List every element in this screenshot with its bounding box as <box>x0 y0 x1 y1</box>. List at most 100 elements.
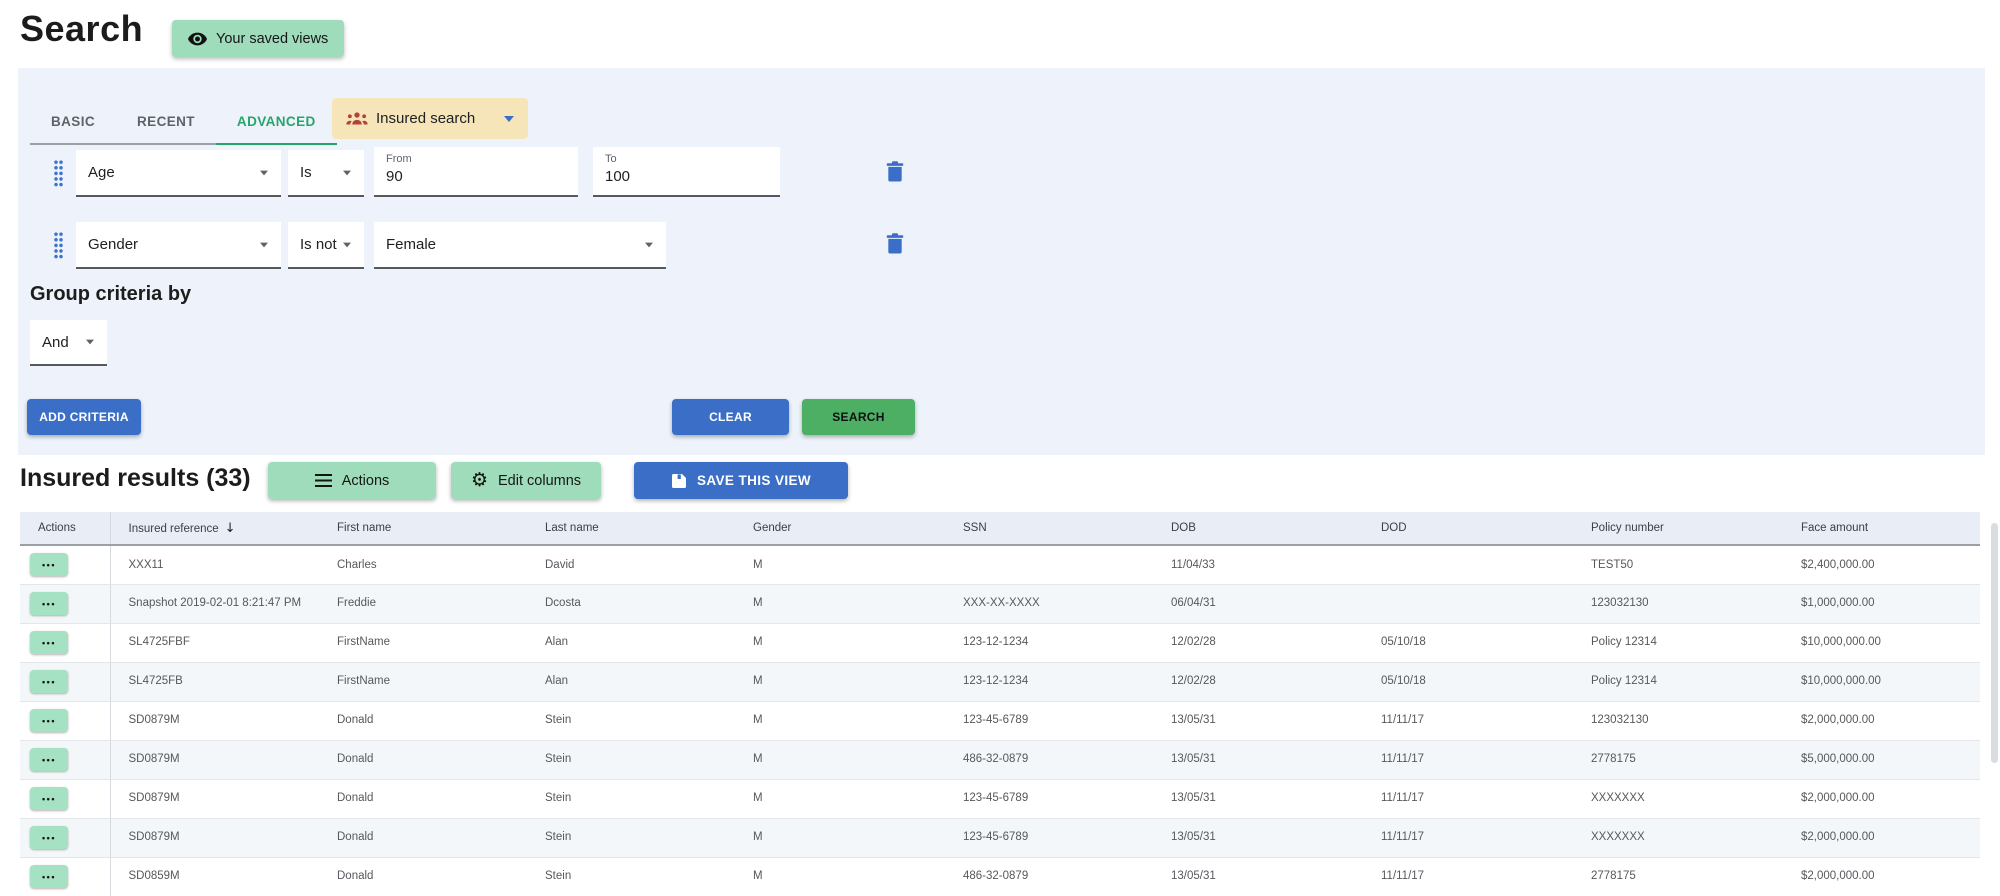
column-header-label: DOD <box>1381 522 1407 534</box>
add-criteria-button[interactable]: ADD CRITERIA <box>27 399 141 435</box>
criteria-operator-value: Is not <box>300 236 342 253</box>
column-header-label: Gender <box>753 522 791 534</box>
row-more-options-button[interactable]: ••• <box>30 553 68 576</box>
row-more-options-button[interactable]: ••• <box>30 865 68 888</box>
tab-basic[interactable]: BASIC <box>30 100 116 145</box>
cell-actions: ••• <box>20 623 110 662</box>
tab-recent[interactable]: RECENT <box>116 100 216 145</box>
cell-face-amount: $10,000,000.00 <box>1783 662 1980 701</box>
cell-insured-reference: SL4725FBF <box>110 623 319 662</box>
criteria-value-select[interactable]: Female <box>374 222 666 269</box>
cell-dod <box>1363 584 1573 623</box>
cell-policy-number: XXXXXXX <box>1573 779 1783 818</box>
people-group-icon <box>346 111 368 126</box>
clear-button[interactable]: CLEAR <box>672 399 789 435</box>
cell-dob: 13/05/31 <box>1153 857 1363 896</box>
cell-dod <box>1363 545 1573 584</box>
cell-actions: ••• <box>20 662 110 701</box>
column-header-dod[interactable]: DOD <box>1363 512 1573 545</box>
column-header-first-name[interactable]: First name <box>319 512 527 545</box>
advanced-search-panel: BASIC RECENT ADVANCED Insured search <box>18 68 1985 455</box>
cell-policy-number: XXXXXXX <box>1573 818 1783 857</box>
cell-dod: 11/11/17 <box>1363 740 1573 779</box>
cell-gender: M <box>735 818 945 857</box>
cell-dob: 13/05/31 <box>1153 701 1363 740</box>
cell-policy-number: 123032130 <box>1573 584 1783 623</box>
edit-columns-button[interactable]: ⚙ Edit columns <box>451 462 601 499</box>
to-input[interactable] <box>605 168 768 185</box>
cell-first-name: FirstName <box>319 623 527 662</box>
column-header-actions: Actions <box>20 512 110 545</box>
cell-face-amount: $2,000,000.00 <box>1783 818 1980 857</box>
cell-last-name: Alan <box>527 662 735 701</box>
cell-face-amount: $1,000,000.00 <box>1783 584 1980 623</box>
cell-face-amount: $5,000,000.00 <box>1783 740 1980 779</box>
criteria-operator-select[interactable]: Is <box>288 150 364 197</box>
cell-face-amount: $2,000,000.00 <box>1783 857 1980 896</box>
criteria-operator-select[interactable]: Is not <box>288 222 364 269</box>
sort-descending-icon[interactable]: ↓ <box>225 521 236 536</box>
cell-policy-number: Policy 12314 <box>1573 662 1783 701</box>
saved-views-button[interactable]: Your saved views <box>172 20 344 57</box>
row-more-options-button[interactable]: ••• <box>30 631 68 654</box>
column-header-label: DOB <box>1171 522 1196 534</box>
criteria-field-value: Age <box>88 164 259 181</box>
search-button[interactable]: SEARCH <box>802 399 915 435</box>
from-label: From <box>386 153 566 165</box>
table-row: •••SD0879MDonaldSteinM123-45-678913/05/3… <box>20 779 1980 818</box>
cell-insured-reference: XXX11 <box>110 545 319 584</box>
criteria-operator-value: Is <box>300 164 342 181</box>
row-more-options-button[interactable]: ••• <box>30 709 68 732</box>
column-header-face-amount[interactable]: Face amount <box>1783 512 1980 545</box>
cell-dob: 13/05/31 <box>1153 779 1363 818</box>
cell-dob: 13/05/31 <box>1153 818 1363 857</box>
cell-face-amount: $2,000,000.00 <box>1783 701 1980 740</box>
cell-insured-reference: SD0879M <box>110 779 319 818</box>
search-type-dropdown[interactable]: Insured search <box>332 98 528 139</box>
criteria-row-drag-handle[interactable] <box>54 232 64 259</box>
delete-criteria-button[interactable] <box>886 230 910 256</box>
column-header-ssn[interactable]: SSN <box>945 512 1153 545</box>
cell-last-name: Stein <box>527 779 735 818</box>
column-header-insured-reference[interactable]: Insured reference ↓ <box>110 512 319 545</box>
criteria-field-select[interactable]: Age <box>76 150 281 197</box>
row-more-options-button[interactable]: ••• <box>30 826 68 849</box>
group-criteria-heading: Group criteria by <box>30 283 191 306</box>
save-this-view-button[interactable]: SAVE THIS VIEW <box>634 462 848 499</box>
group-operator-value: And <box>42 334 85 351</box>
cell-actions: ••• <box>20 818 110 857</box>
tab-advanced[interactable]: ADVANCED <box>216 100 337 145</box>
cell-ssn: XXX-XX-XXXX <box>945 584 1153 623</box>
column-header-gender[interactable]: Gender <box>735 512 945 545</box>
column-header-policy-number[interactable]: Policy number <box>1573 512 1783 545</box>
cell-policy-number: Policy 12314 <box>1573 623 1783 662</box>
cell-dob: 12/02/28 <box>1153 662 1363 701</box>
page-title: Search <box>20 8 143 50</box>
table-row: •••Snapshot 2019-02-01 8:21:47 PMFreddie… <box>20 584 1980 623</box>
delete-criteria-button[interactable] <box>886 158 910 184</box>
trash-icon <box>886 161 910 182</box>
cell-policy-number: 2778175 <box>1573 740 1783 779</box>
criteria-value: Female <box>386 236 644 253</box>
row-more-options-button[interactable]: ••• <box>30 592 68 615</box>
results-table-head-row: Actions Insured reference ↓ First nameLast … <box>20 512 1980 545</box>
group-operator-select[interactable]: And <box>30 320 107 366</box>
criteria-row-drag-handle[interactable] <box>54 160 64 187</box>
row-more-options-button[interactable]: ••• <box>30 670 68 693</box>
row-more-options-button[interactable]: ••• <box>30 748 68 771</box>
vertical-scrollbar[interactable] <box>1991 523 1998 763</box>
criteria-to-field: To <box>593 147 780 197</box>
row-more-options-button[interactable]: ••• <box>30 787 68 810</box>
column-header-label: Insured reference <box>129 523 219 535</box>
column-header-dob[interactable]: DOB <box>1153 512 1363 545</box>
column-header-label: Policy number <box>1591 522 1664 534</box>
saved-views-label: Your saved views <box>216 31 328 47</box>
from-input[interactable] <box>386 168 566 185</box>
cell-gender: M <box>735 623 945 662</box>
cell-insured-reference: SD0879M <box>110 818 319 857</box>
actions-button[interactable]: Actions <box>268 462 436 499</box>
cell-dod: 11/11/17 <box>1363 779 1573 818</box>
column-header-last-name[interactable]: Last name <box>527 512 735 545</box>
criteria-field-select[interactable]: Gender <box>76 222 281 269</box>
chevron-down-icon <box>86 340 94 345</box>
